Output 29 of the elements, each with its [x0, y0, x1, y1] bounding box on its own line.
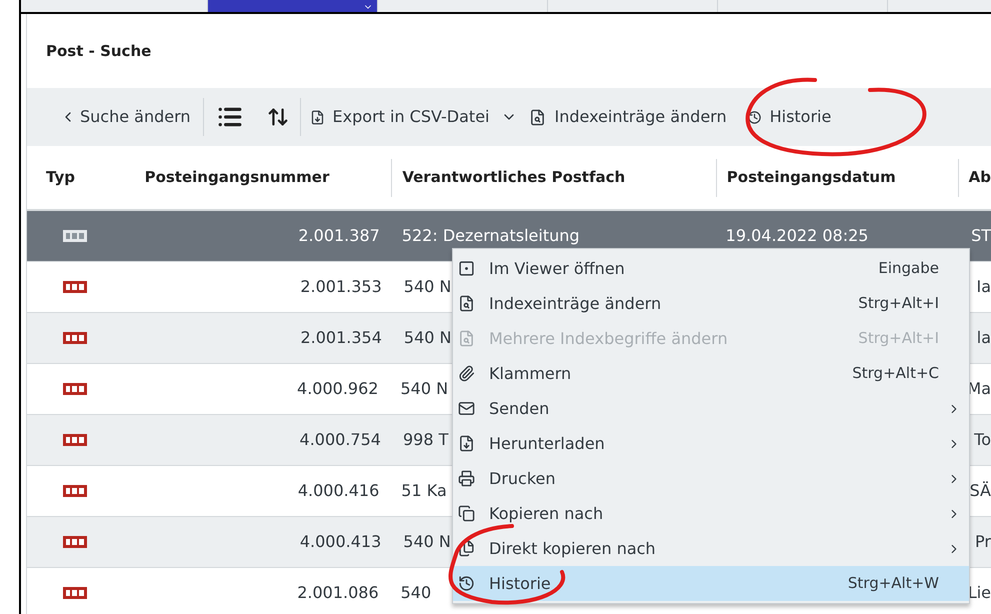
- shortcut-label: Strg+Alt+C: [852, 363, 939, 384]
- shortcut-label: Eingabe: [878, 258, 939, 280]
- table-cell-text: 4.000.962: [297, 378, 378, 400]
- table-cell-text: 4.000.413: [300, 531, 382, 553]
- table-cell: 540 N: [404, 328, 452, 347]
- table-cell-text: 2.001.086: [297, 582, 379, 604]
- table-cell-text: 2.001.354: [300, 327, 382, 349]
- table-cell: Ia: [976, 277, 991, 296]
- table-cell: 998 T: [402, 430, 448, 449]
- table-cell: 540 N: [403, 532, 451, 551]
- table-cell: 540: [400, 583, 432, 602]
- table-cell: SÄ: [970, 481, 991, 500]
- table-cell-text: 4.000.416: [298, 480, 380, 502]
- table-cell: 19.04.2022 08:25: [726, 226, 868, 245]
- table-cell: 51 Ka: [401, 481, 447, 500]
- table-cell: To: [974, 430, 991, 449]
- table-cell: 540 N: [400, 379, 448, 398]
- table-cell-text: 4.000.754: [300, 429, 381, 451]
- table-cell: la: [976, 328, 991, 347]
- shortcut-label: Strg+Alt+I: [858, 328, 939, 350]
- table-cell: 522: Dezernatsleitung: [402, 226, 580, 245]
- table-cell: Pr: [975, 532, 991, 551]
- table-cell-text: 2.001.387: [298, 225, 380, 247]
- table-cell: 540 N: [404, 277, 452, 296]
- table-cell-text: 2.001.353: [300, 276, 382, 298]
- page-title: Post - Suche: [46, 40, 152, 62]
- shortcut-label: Strg+Alt+W: [848, 573, 939, 594]
- table-cell: ST: [971, 226, 991, 245]
- shortcut-label: Strg+Alt+I: [858, 293, 939, 314]
